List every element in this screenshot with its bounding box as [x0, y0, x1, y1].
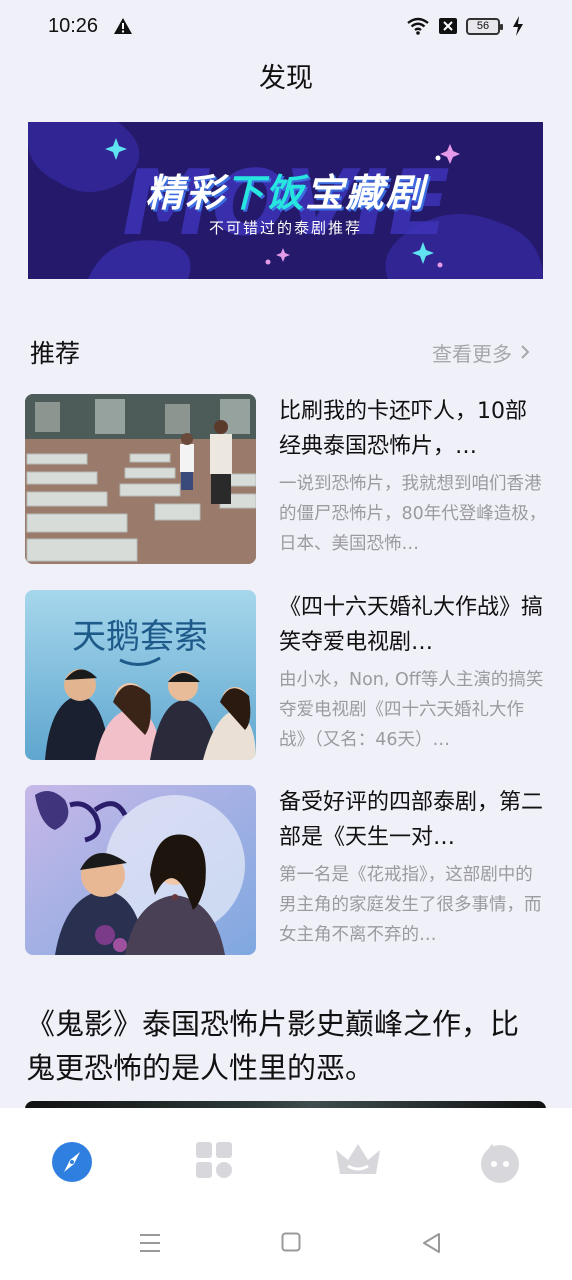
article-thumbnail — [25, 785, 256, 955]
nav-categories[interactable] — [194, 1140, 238, 1184]
article-text: 比刷我的卡还吓人，10部经典泰国恐怖片，… 一说到恐怖片，我就想到咱们香港的僵尸… — [279, 394, 547, 566]
bottom-nav — [0, 1108, 572, 1208]
article-title: 《四十六天婚礼大作战》搞笑夺爱电视剧… — [279, 595, 544, 655]
banner-subtitle: 不可错过的泰剧推荐 — [208, 219, 362, 237]
view-more-link[interactable]: 查看更多 — [432, 338, 530, 367]
article-title: 备受好评的四部泰剧，第二部是《天生一对… — [279, 790, 544, 850]
section-title: 推荐 — [30, 339, 81, 368]
article-text: 《四十六天婚礼大作战》搞笑夺爱电视剧… 由小水，Non, Off等人主演的搞笑夺… — [279, 590, 547, 762]
wifi-icon — [407, 17, 429, 35]
article-item[interactable]: 比刷我的卡还吓人，10部经典泰国恐怖片，… 一说到恐怖片，我就想到咱们香港的僵尸… — [25, 394, 547, 566]
compass-icon — [52, 1142, 92, 1182]
discover-screen: 10:26 56 发现 MOVIE 精彩下饭宝藏剧 不可错过的泰剧推荐 推荐 查… — [0, 0, 572, 1280]
no-sim-icon — [439, 18, 457, 34]
battery-level: 56 — [476, 20, 490, 32]
system-nav-bar — [0, 1208, 572, 1280]
chevron-right-icon — [521, 345, 530, 359]
status-time: 10:26 — [48, 14, 99, 37]
thumbnail-caption: 天鹅套索 — [72, 617, 208, 657]
profile-icon — [481, 1144, 519, 1183]
nav-discover[interactable] — [50, 1140, 94, 1184]
warning-icon — [114, 18, 133, 34]
article-description: 一说到恐怖片，我就想到咱们香港的僵尸恐怖片，80年代登峰造极，日本、美国恐怖… — [279, 474, 547, 554]
banner-title-highlight: 下饭 — [225, 171, 306, 215]
article-item[interactable]: 备受好评的四部泰剧，第二部是《天生一对… 第一名是《花戒指》，这部剧中的男主角的… — [25, 785, 547, 957]
crown-icon — [336, 1144, 380, 1174]
article-thumbnail — [25, 394, 256, 564]
home-square-icon[interactable] — [281, 1232, 301, 1252]
article-description: 由小水，Non, Off等人主演的搞笑夺爱电视剧《四十六天婚礼大作战》（又名：4… — [279, 670, 544, 750]
article-description: 第一名是《花戒指》，这部剧中的男主角的家庭发生了很多事情，而女主角不离不弃的… — [279, 865, 542, 945]
recommend-section-header: 推荐 查看更多 — [30, 332, 530, 372]
article-title: 比刷我的卡还吓人，10部经典泰国恐怖片，… — [279, 399, 527, 459]
battery-indicator: 56 — [466, 17, 503, 35]
status-bar: 10:26 56 — [0, 0, 572, 52]
nav-ranking[interactable] — [334, 1140, 380, 1184]
page-title: 发现 — [259, 63, 313, 94]
charging-icon — [513, 16, 523, 36]
banner-title-suffix: 宝藏剧 — [305, 171, 426, 215]
status-icons: 56 — [406, 16, 524, 36]
banner-title-prefix: 精彩 — [145, 171, 226, 215]
menu-icon[interactable] — [139, 1232, 161, 1254]
view-more-label: 查看更多 — [432, 341, 512, 366]
article-thumbnail: 天鹅套索 — [25, 590, 256, 760]
grid-icon — [196, 1142, 232, 1178]
nav-profile[interactable] — [478, 1140, 522, 1184]
article-item[interactable]: 天鹅套索 《四十六天婚礼大作战》搞笑夺爱电视剧… 由小水，Non, Off等人主… — [25, 590, 547, 762]
back-icon[interactable] — [421, 1232, 441, 1254]
promo-banner[interactable]: MOVIE 精彩下饭宝藏剧 不可错过的泰剧推荐 — [28, 122, 543, 279]
article-text: 备受好评的四部泰剧，第二部是《天生一对… 第一名是《花戒指》，这部剧中的男主角的… — [279, 785, 547, 957]
banner-title: 精彩下饭宝藏剧 — [28, 162, 543, 217]
feature-article-title[interactable]: 《鬼影》泰国恐怖片影史巅峰之作，比鬼更恐怖的是人性里的恶。 — [26, 1002, 546, 1090]
